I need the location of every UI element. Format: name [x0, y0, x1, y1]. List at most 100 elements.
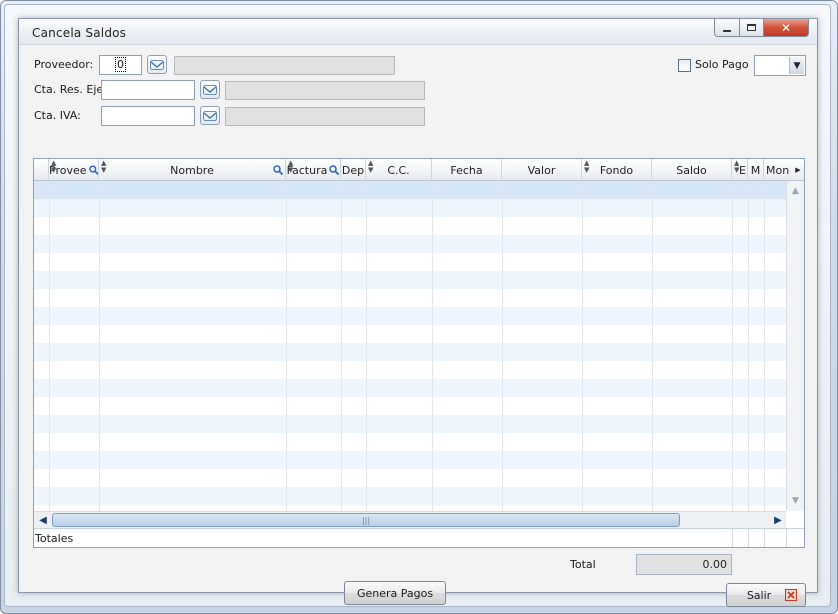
scroll-right-icon[interactable]: ▶ — [795, 166, 800, 174]
table-row[interactable] — [34, 181, 786, 199]
column-header-valor[interactable]: Valor — [502, 159, 582, 181]
cta-res-eje-input[interactable] — [101, 80, 195, 100]
table-row[interactable] — [34, 325, 786, 343]
vertical-scrollbar[interactable]: ▲ ▼ — [786, 181, 804, 511]
column-header-factura[interactable]: ▲ ▼ Factura — [286, 159, 341, 181]
totals-row: Totales — [34, 528, 804, 547]
scroll-down-icon[interactable]: ▼ — [788, 493, 803, 509]
horizontal-scroll-thumb[interactable]: ||| — [52, 513, 680, 527]
column-header-nombre[interactable]: ▲ ▼ Nombre — [99, 159, 286, 181]
genera-pagos-label: Genera Pagos — [356, 586, 434, 600]
proveedor-lookup-button[interactable] — [147, 55, 167, 74]
exit-icon — [785, 589, 797, 601]
sort-icon: ▲ ▼ — [288, 159, 294, 174]
maximize-icon — [747, 24, 756, 31]
table-row[interactable] — [34, 307, 786, 325]
column-header-mon[interactable]: Mon ▶ — [764, 159, 804, 181]
grid-rows[interactable] — [34, 181, 786, 511]
table-row[interactable] — [34, 433, 786, 451]
column-header-cc[interactable]: ▲ ▼ C.C. — [366, 159, 432, 181]
table-row[interactable] — [34, 217, 786, 235]
solo-pago-label: Solo Pago — [695, 58, 749, 71]
solo-pago-checkbox[interactable] — [678, 59, 691, 72]
column-label: Saldo — [676, 163, 707, 177]
total-value-field: 0.00 — [636, 554, 732, 575]
window-title: Cancela Saldos — [32, 26, 127, 40]
chevron-down-icon[interactable]: ▼ — [789, 57, 804, 74]
salir-label: Salir — [746, 588, 772, 602]
column-divider — [748, 529, 749, 547]
saldos-grid[interactable]: ▲ ▼ Provee ▲ ▼ Nombre ▲ ▼ Factura Dep ▲ … — [33, 158, 805, 548]
proveedor-value: 0 — [115, 57, 126, 72]
search-icon[interactable] — [88, 165, 99, 175]
scroll-right-icon[interactable]: ▶ — [770, 512, 786, 528]
table-row[interactable] — [34, 199, 786, 217]
sort-icon: ▲ ▼ — [368, 159, 374, 174]
lookup-icon — [203, 110, 217, 121]
close-button[interactable]: ✕ — [763, 19, 809, 37]
lookup-icon — [150, 59, 164, 70]
cta-iva-lookup-button[interactable] — [200, 106, 220, 125]
maximize-button[interactable] — [739, 19, 764, 37]
sort-icon: ▲ ▼ — [584, 159, 590, 174]
totals-label: Totales — [35, 532, 74, 545]
column-header-provee[interactable]: ▲ ▼ Provee — [49, 159, 99, 181]
row-indicator-header — [34, 159, 49, 181]
column-header-fondo[interactable]: ▲ ▼ Fondo — [582, 159, 652, 181]
total-value: 0.00 — [702, 558, 728, 571]
genera-pagos-button[interactable]: Genera Pagos — [344, 581, 446, 605]
total-label: Total — [570, 558, 596, 571]
table-row[interactable] — [34, 361, 786, 379]
grid-header: ▲ ▼ Provee ▲ ▼ Nombre ▲ ▼ Factura Dep ▲ … — [34, 159, 804, 181]
table-row[interactable] — [34, 271, 786, 289]
search-icon[interactable] — [273, 165, 283, 175]
sort-icon: ▲ ▼ — [734, 159, 740, 174]
column-label: M — [750, 163, 761, 177]
minimize-button[interactable] — [714, 19, 740, 37]
table-row[interactable] — [34, 487, 786, 505]
column-divider — [732, 181, 733, 511]
column-divider — [341, 181, 342, 511]
column-divider — [748, 181, 749, 511]
title-bar[interactable]: Cancela Saldos ✕ — [19, 19, 817, 45]
table-row[interactable] — [34, 379, 786, 397]
column-header-saldo[interactable]: Saldo — [652, 159, 732, 181]
column-divider — [764, 181, 765, 511]
column-divider — [502, 181, 503, 511]
column-label: Nombre — [170, 163, 214, 177]
table-row[interactable] — [34, 343, 786, 361]
search-icon[interactable] — [329, 165, 340, 175]
table-row[interactable] — [34, 451, 786, 469]
cta-res-eje-label: Cta. Res. Eje. — [34, 83, 107, 96]
cta-res-eje-lookup-button[interactable] — [200, 80, 220, 99]
lookup-icon — [203, 84, 217, 95]
proveedor-input[interactable]: 0 — [99, 55, 142, 75]
column-header-e[interactable]: ▲ ▼ E — [732, 159, 748, 181]
table-row[interactable] — [34, 253, 786, 271]
cta-iva-label: Cta. IVA: — [34, 109, 81, 122]
column-label: Fondo — [599, 163, 634, 177]
table-row[interactable] — [34, 235, 786, 253]
column-header-fecha[interactable]: Fecha — [432, 159, 502, 181]
column-divider — [432, 181, 433, 511]
column-divider — [582, 181, 583, 511]
minimize-icon — [723, 29, 731, 32]
column-header-dep[interactable]: Dep — [341, 159, 366, 181]
column-divider — [786, 529, 787, 547]
horizontal-scrollbar[interactable]: ◀ ||| ▶ — [34, 511, 786, 528]
column-divider — [49, 181, 50, 511]
column-label: E — [739, 163, 746, 177]
scroll-left-icon[interactable]: ◀ — [35, 512, 51, 528]
salir-button[interactable]: Salir — [726, 583, 806, 607]
table-row[interactable] — [34, 289, 786, 307]
cta-iva-input[interactable] — [101, 106, 195, 126]
table-row[interactable] — [34, 469, 786, 487]
column-label: Valor — [527, 163, 556, 177]
column-label: Fecha — [450, 163, 483, 177]
scroll-up-icon[interactable]: ▲ — [788, 183, 803, 199]
table-row[interactable] — [34, 397, 786, 415]
column-label: Dep — [341, 163, 365, 177]
column-header-m[interactable]: M — [748, 159, 764, 181]
solo-pago-select[interactable]: ▼ — [754, 55, 806, 76]
table-row[interactable] — [34, 415, 786, 433]
